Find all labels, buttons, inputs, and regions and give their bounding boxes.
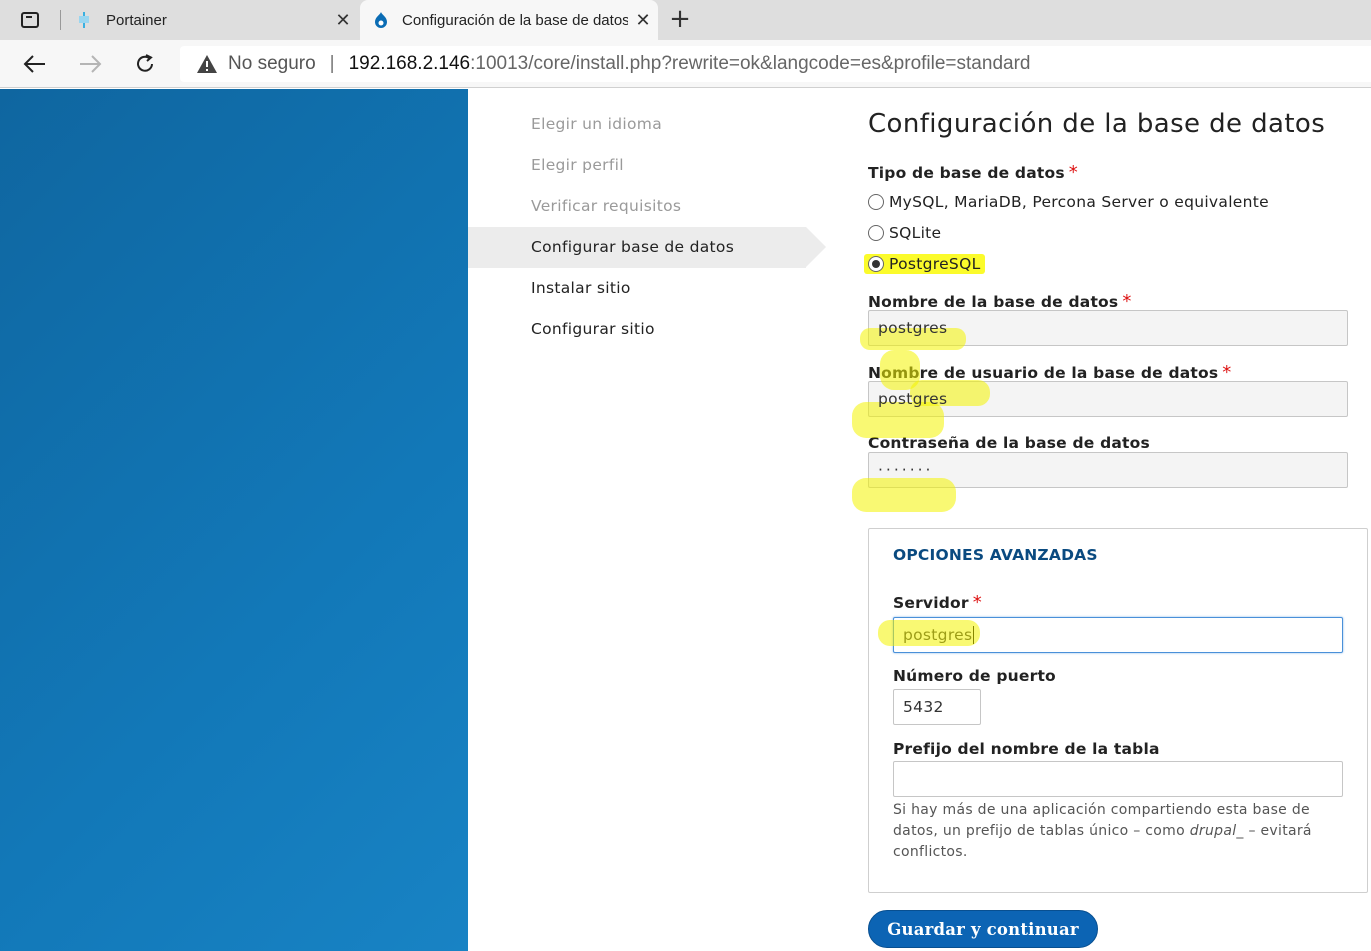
- prefix-label-row: Prefijo del nombre de la tabla: [893, 739, 1160, 758]
- step-configurar-base-datos: Configurar base de datos: [468, 227, 826, 268]
- back-button[interactable]: [19, 48, 51, 80]
- step-instalar-sitio: Instalar sitio: [531, 279, 631, 297]
- prefix-description: Si hay más de una aplicación compartiend…: [893, 800, 1343, 863]
- portainer-favicon-icon: [76, 11, 94, 29]
- tab-actions-button[interactable]: [12, 8, 48, 32]
- input-value: 5432: [903, 698, 944, 716]
- tab-portainer[interactable]: Portainer ✕: [64, 0, 358, 40]
- highlight-mark: [852, 478, 956, 512]
- tab-separator: [60, 10, 61, 30]
- advanced-options: OPCIONES AVANZADAS Servidor* postgres Nú…: [868, 528, 1368, 893]
- radio-circle[interactable]: [868, 224, 884, 241]
- tab-actions-icon: [21, 12, 39, 28]
- tab-drupal-config[interactable]: Configuración de la base de datos ✕: [360, 0, 658, 40]
- back-arrow-icon: [23, 55, 45, 73]
- required-mark: *: [972, 592, 982, 613]
- step-verificar-requisitos: Verificar requisitos: [531, 197, 682, 215]
- warning-icon: [197, 55, 217, 73]
- input-value: postgres: [878, 319, 948, 337]
- page-title: Configuración de la base de datos: [868, 109, 1326, 139]
- database-config-form: Configuración de la base de datos Tipo d…: [864, 104, 1368, 488]
- required-mark: *: [1122, 291, 1132, 312]
- address-toolbar: No seguro | 192.168.2.146:10013/core/ins…: [0, 40, 1371, 88]
- forward-button[interactable]: [74, 48, 106, 80]
- highlight-mark: PostgreSQL: [864, 253, 985, 274]
- db-name-label: Nombre de la base de datos: [868, 293, 1119, 311]
- highlight-mark: [878, 620, 980, 646]
- radio-circle[interactable]: [868, 193, 884, 210]
- port-input[interactable]: 5432: [893, 689, 981, 725]
- drupal-favicon-icon: [372, 11, 390, 29]
- browser-tab-bar: Portainer ✕ Configuración de la base de …: [0, 0, 1371, 40]
- radio-postgresql[interactable]: PostgreSQL: [864, 248, 1368, 279]
- radio-circle[interactable]: [868, 255, 884, 272]
- reload-icon: [137, 54, 153, 72]
- url-bar[interactable]: No seguro | 192.168.2.146:10013/core/ins…: [180, 46, 1371, 82]
- url-host: 192.168.2.146: [348, 53, 471, 74]
- new-tab-button[interactable]: +: [666, 6, 694, 34]
- url-path: :10013/core/install.php?rewrite=ok&langc…: [470, 53, 1031, 74]
- save-continue-button[interactable]: Guardar y continuar: [868, 910, 1098, 948]
- close-icon[interactable]: ✕: [328, 10, 358, 31]
- radio-label: PostgreSQL: [889, 254, 981, 273]
- step-elegir-idioma: Elegir un idioma: [531, 115, 662, 133]
- not-secure-label[interactable]: No seguro: [228, 53, 316, 75]
- db-type-label: Tipo de base de datos: [868, 164, 1065, 182]
- step-elegir-perfil: Elegir perfil: [531, 156, 624, 174]
- required-mark: *: [1222, 362, 1232, 383]
- radio-label: MySQL, MariaDB, Percona Server o equival…: [889, 192, 1269, 211]
- prefix-label: Prefijo del nombre de la tabla: [893, 740, 1160, 758]
- input-value: postgres: [878, 390, 948, 408]
- port-label-row: Número de puerto: [893, 666, 1056, 685]
- reload-button[interactable]: [129, 48, 161, 80]
- radio-sqlite[interactable]: SQLite: [868, 217, 1368, 248]
- prefix-input[interactable]: [893, 761, 1343, 797]
- input-value: ·······: [878, 461, 934, 479]
- radio-label: SQLite: [889, 223, 942, 242]
- desc-example: drupal_: [1189, 823, 1244, 839]
- tab-title: Configuración de la base de datos: [402, 11, 628, 29]
- db-type-label-row: Tipo de base de datos *: [868, 162, 1368, 186]
- side-banner: [0, 89, 468, 951]
- host-label: Servidor: [893, 594, 969, 612]
- port-label: Número de puerto: [893, 667, 1056, 685]
- advanced-options-toggle[interactable]: OPCIONES AVANZADAS: [893, 546, 1098, 564]
- tab-title: Portainer: [106, 11, 167, 29]
- host-label-row: Servidor *: [893, 592, 982, 613]
- required-mark: *: [1068, 162, 1078, 183]
- install-steps: Elegir un idioma Elegir perfil Verificar…: [468, 104, 828, 350]
- forward-arrow-icon: [80, 55, 102, 73]
- radio-mysql[interactable]: MySQL, MariaDB, Percona Server o equival…: [868, 186, 1368, 217]
- url-separator: |: [329, 53, 335, 74]
- step-configurar-sitio: Configurar sitio: [531, 320, 655, 338]
- close-icon[interactable]: ✕: [628, 10, 658, 31]
